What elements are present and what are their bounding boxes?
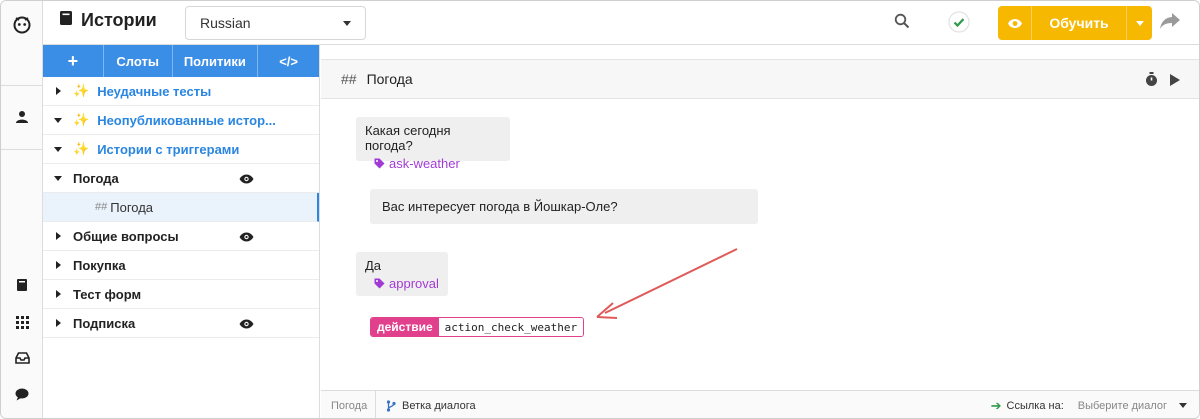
footer-breadcrumb[interactable]: Погода <box>321 390 376 418</box>
tree-item-label: Покупка <box>73 257 126 273</box>
sidebar-tabs: + Слоты Политики </> <box>43 45 319 77</box>
tree-item-unpublished[interactable]: ✨ Неопубликованные истор... <box>43 106 319 135</box>
annotation-arrow <box>596 248 738 319</box>
story-editor: ## Погода Какая сегодня погода? ask-weat… <box>321 45 1199 418</box>
chevron-down-icon <box>343 20 351 26</box>
branch-label: Ветка диалога <box>402 399 476 412</box>
page-title: Истории <box>59 10 157 31</box>
search-icon[interactable] <box>894 13 910 29</box>
train-button-label: Обучить <box>1049 15 1109 31</box>
dialog-select-placeholder: Выберите диалог <box>1077 399 1167 412</box>
page-title-text: Истории <box>81 10 157 30</box>
train-button[interactable]: Обучить <box>998 6 1152 40</box>
collapse-arrow-icon <box>54 117 62 123</box>
hash-icon: ## <box>95 201 108 213</box>
book-icon[interactable] <box>1 276 43 294</box>
check-circle-icon[interactable] <box>948 11 970 33</box>
stories-sidebar: + Слоты Политики </> ✨ Неудачные тесты ✨… <box>43 45 320 418</box>
tree-item-label: Неудачные тесты <box>97 83 212 99</box>
message-text: Да <box>365 258 382 273</box>
bot-logo-icon[interactable] <box>1 13 43 35</box>
language-select[interactable]: Russian <box>185 6 366 40</box>
footer-bar: Погода Ветка диалога ➔ Ссылка на: Выбери… <box>321 390 1199 419</box>
sparkle-icon: ✨ <box>73 83 90 98</box>
tree-item-purchase[interactable]: Покупка <box>43 251 319 280</box>
tab-slots[interactable]: Слоты <box>104 45 173 77</box>
top-bar: Истории Russian Обучить <box>43 1 1199 45</box>
chevron-down-icon <box>1135 20 1144 26</box>
tree-item-weather-group[interactable]: Погода <box>43 164 319 193</box>
tree-item-label: Общие вопросы <box>73 228 179 244</box>
tag-icon <box>374 278 385 289</box>
tree-item-label: Подписка <box>73 315 136 331</box>
action-badge[interactable]: действие action_check_weather <box>370 317 585 337</box>
chat-icon[interactable] <box>1 385 43 403</box>
arrow-right-icon: ➔ <box>990 397 1002 413</box>
book-icon <box>59 10 73 31</box>
bot-message[interactable]: Вас интересует погода в Йошкар-Оле? <box>370 189 758 224</box>
chevron-down-icon <box>1179 403 1187 408</box>
user-icon[interactable] <box>1 107 43 127</box>
user-message[interactable]: Какая сегодня погода? ask-weather <box>356 117 510 171</box>
expand-arrow-icon <box>55 290 61 298</box>
branch-icon <box>386 399 396 412</box>
link-to: ➔ Ссылка на: <box>981 391 1068 419</box>
tree-item-label: Тест форм <box>73 286 142 302</box>
story-title[interactable]: Погода <box>367 71 413 87</box>
collapse-arrow-icon <box>54 146 62 152</box>
intent-tag[interactable]: ask-weather <box>374 156 501 171</box>
link-label: Ссылка на: <box>1006 399 1064 412</box>
intent-tag[interactable]: approval <box>374 276 439 291</box>
share-icon[interactable] <box>1159 12 1181 30</box>
expand-arrow-icon <box>55 87 61 95</box>
dialog-select[interactable]: Выберите диалог <box>1068 391 1199 419</box>
hash-icon: ## <box>341 71 357 87</box>
train-dropdown-toggle[interactable] <box>1126 6 1152 40</box>
tree-item-weather-story[interactable]: ## Погода <box>43 193 319 222</box>
inbox-icon[interactable] <box>1 349 43 367</box>
eye-icon[interactable] <box>239 230 254 245</box>
story-header: ## Погода <box>321 59 1199 99</box>
tree-item-label: Неопубликованные истор... <box>97 112 276 128</box>
branch-button[interactable]: Ветка диалога <box>376 391 486 419</box>
tag-icon <box>374 158 385 169</box>
tree-item-label: Погода <box>73 170 119 186</box>
sparkle-icon: ✨ <box>73 112 90 127</box>
eye-icon <box>998 6 1032 40</box>
action-value: action_check_weather <box>438 318 584 336</box>
intent-name: ask-weather <box>389 156 460 171</box>
tree-item-form-test[interactable]: Тест форм <box>43 280 319 309</box>
tree-item-label: Погода <box>110 199 154 215</box>
app-window: Истории Russian Обучить + Слоты Политики… <box>0 0 1200 419</box>
language-select-value: Russian <box>200 15 251 31</box>
expand-arrow-icon <box>55 319 61 327</box>
grid-icon[interactable] <box>1 313 43 331</box>
tree-item-failed-tests[interactable]: ✨ Неудачные тесты <box>43 77 319 106</box>
eye-icon[interactable] <box>239 172 254 187</box>
tree-item-subscription[interactable]: Подписка <box>43 309 319 338</box>
expand-arrow-icon <box>55 261 61 269</box>
intent-name: approval <box>389 276 439 291</box>
sparkle-icon: ✨ <box>73 141 90 156</box>
tab-policies[interactable]: Политики <box>173 45 259 77</box>
add-story-button[interactable]: + <box>43 45 104 77</box>
tab-code[interactable]: </> <box>258 45 319 77</box>
eye-icon[interactable] <box>239 317 254 332</box>
expand-arrow-icon <box>55 232 61 240</box>
user-message[interactable]: Да approval <box>356 252 448 296</box>
message-text: Какая сегодня погода? <box>365 123 451 153</box>
tree-item-triggers[interactable]: ✨ Истории с триггерами <box>43 135 319 164</box>
icon-rail <box>1 1 43 418</box>
tree-item-label: Истории с триггерами <box>97 141 240 157</box>
tree-item-general-questions[interactable]: Общие вопросы <box>43 222 319 251</box>
action-key: действие <box>371 318 439 336</box>
stopwatch-icon[interactable] <box>1145 72 1158 90</box>
play-icon[interactable] <box>1170 73 1180 89</box>
collapse-arrow-icon <box>54 175 62 181</box>
message-text: Вас интересует погода в Йошкар-Оле? <box>382 199 618 214</box>
